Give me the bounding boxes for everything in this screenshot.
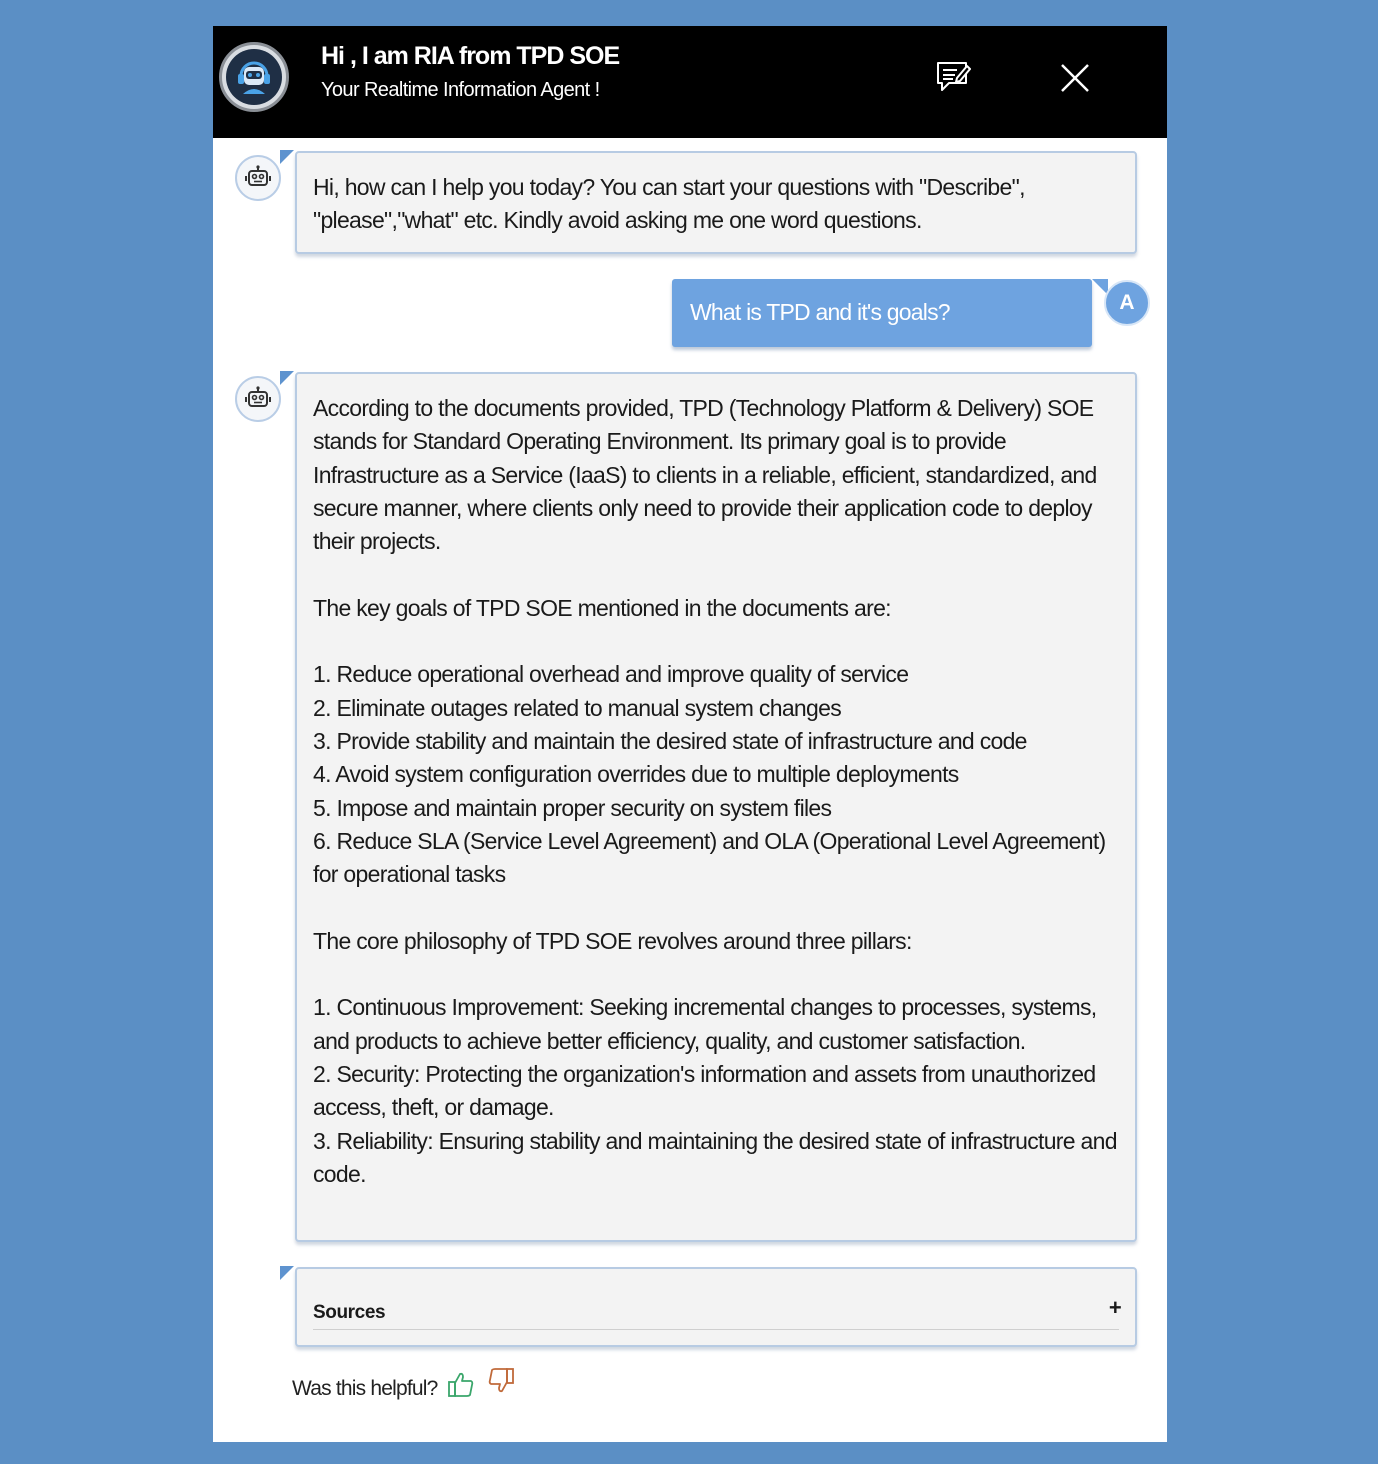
sources-label: Sources (313, 1302, 386, 1323)
agent-avatar (219, 42, 289, 112)
feedback-row: Was this helpful? (292, 1366, 516, 1402)
header-title: Hi , I am RIA from TPD SOE (321, 42, 620, 70)
thumbs-down-icon[interactable] (486, 1366, 516, 1396)
sources-panel[interactable]: Sources + (295, 1267, 1137, 1347)
thumbs-up-icon[interactable] (446, 1369, 476, 1399)
close-icon[interactable] (1059, 62, 1091, 94)
bubble-tail (280, 371, 294, 385)
bot-avatar (235, 376, 281, 422)
bot-greeting-bubble: Hi, how can I help you today? You can st… (295, 151, 1137, 254)
chat-window: Hi , I am RIA from TPD SOE Your Realtime… (213, 26, 1167, 1442)
bot-greeting-text: Hi, how can I help you today? You can st… (313, 174, 1031, 234)
robot-icon (245, 165, 271, 186)
user-avatar: A (1104, 280, 1150, 326)
bubble-tail (280, 1266, 294, 1280)
feedback-question: Was this helpful? (292, 1377, 438, 1400)
user-message-bubble: What is TPD and it's goals? (672, 279, 1092, 347)
notes-icon[interactable] (935, 60, 971, 96)
bubble-tail (280, 150, 294, 164)
sources-divider (313, 1329, 1119, 1330)
bot-avatar (235, 155, 281, 201)
chat-header: Hi , I am RIA from TPD SOE Your Realtime… (213, 26, 1167, 138)
bot-answer-bubble: According to the documents provided, TPD… (295, 372, 1137, 1242)
bot-answer-text: According to the documents provided, TPD… (313, 395, 1118, 1187)
robot-icon (245, 386, 271, 407)
user-message-text: What is TPD and it's goals? (690, 299, 951, 325)
robot-headset-icon (226, 49, 282, 105)
header-subtitle: Your Realtime Information Agent ! (321, 79, 600, 101)
sources-expand-button[interactable]: + (1109, 1291, 1122, 1324)
